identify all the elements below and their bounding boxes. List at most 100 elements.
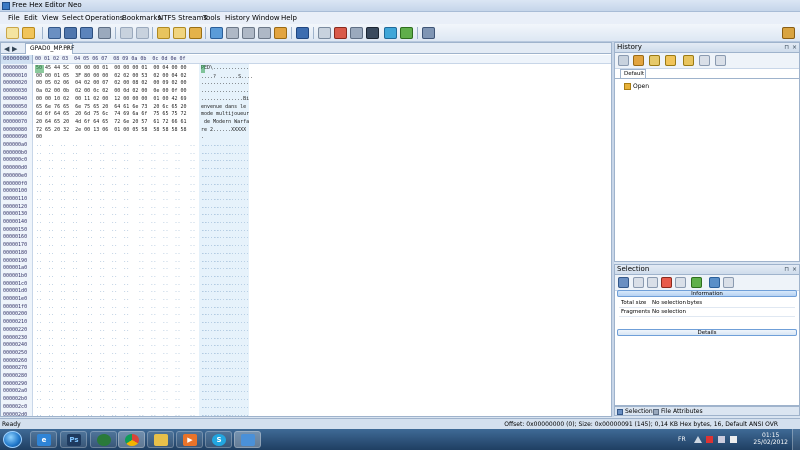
empty-ascii-row[interactable]: ................ xyxy=(201,242,249,248)
empty-ascii-row[interactable]: ................ xyxy=(201,157,249,163)
empty-ascii-row[interactable]: ................ xyxy=(201,358,249,364)
empty-ascii-row[interactable]: ................ xyxy=(201,219,249,225)
empty-ascii-row[interactable]: ................ xyxy=(201,281,249,287)
empty-ascii-row[interactable]: ................ xyxy=(201,265,249,271)
tab-selection[interactable]: Selection xyxy=(617,408,653,415)
undo-icon[interactable] xyxy=(120,27,133,39)
hex-row[interactable]: 00 xyxy=(36,134,42,140)
history-apply-icon[interactable] xyxy=(683,55,694,66)
selection-save-icon[interactable] xyxy=(723,277,734,288)
find-next-icon[interactable] xyxy=(242,27,255,39)
taskbar-media-center[interactable] xyxy=(90,431,117,448)
selection-export-icon[interactable] xyxy=(709,277,720,288)
empty-ascii-row[interactable]: ................ xyxy=(201,311,249,317)
hex-row[interactable]: 00 00 10 02 00 11 02 00 12 00 00 00 01 0… xyxy=(36,96,187,102)
hex-row[interactable]: 50 45 44 5C 00 00 00 01 00 00 00 01 00 0… xyxy=(36,65,187,71)
menu-operations[interactable]: Operations xyxy=(85,14,123,22)
empty-ascii-row[interactable]: ................ xyxy=(201,250,249,256)
ascii-row[interactable]: envenue dans le xyxy=(201,104,249,110)
volume-icon[interactable] xyxy=(730,436,737,443)
save-icon[interactable] xyxy=(48,27,61,39)
redo-icon[interactable] xyxy=(136,27,149,39)
show-desktop-button[interactable] xyxy=(792,429,800,450)
history-back-icon[interactable] xyxy=(618,55,629,66)
history-snapshot-icon[interactable] xyxy=(649,55,660,66)
selection-add-icon[interactable] xyxy=(633,277,644,288)
taskbar-photoshop[interactable]: Ps xyxy=(60,431,87,448)
open-folder-icon[interactable] xyxy=(22,27,35,39)
menu-edit[interactable]: Edit xyxy=(24,14,38,22)
taskbar-ie[interactable]: e xyxy=(30,431,57,448)
empty-ascii-row[interactable]: ................ xyxy=(201,296,249,302)
empty-ascii-row[interactable]: ................ xyxy=(201,273,249,279)
pin-icon[interactable]: ⊓ xyxy=(784,43,789,52)
binary-icon[interactable] xyxy=(366,27,379,39)
empty-ascii-row[interactable]: ................ xyxy=(201,288,249,294)
empty-ascii-row[interactable]: ................ xyxy=(201,142,249,148)
ascii-row[interactable]: de Modern Warfa xyxy=(201,119,249,125)
menu-window[interactable]: Window xyxy=(252,14,280,22)
nav-back-icon[interactable]: ◀ xyxy=(4,45,9,53)
hex-row[interactable]: 72 65 20 32 2e 00 13 06 01 00 05 58 58 5… xyxy=(36,127,187,133)
clock[interactable]: 01:15 25/02/2012 xyxy=(753,432,788,446)
empty-ascii-row[interactable]: ................ xyxy=(201,234,249,240)
empty-ascii-row[interactable]: ................ xyxy=(201,204,249,210)
language-indicator[interactable]: FR xyxy=(678,436,686,443)
copy-icon[interactable] xyxy=(173,27,186,39)
selection-clear-icon[interactable] xyxy=(661,277,672,288)
start-button[interactable] xyxy=(3,431,22,448)
ascii-row[interactable]: mode multijoueur xyxy=(201,111,249,117)
close-icon[interactable]: × xyxy=(792,265,797,274)
menu-view[interactable]: View xyxy=(42,14,59,22)
hex-row[interactable]: 0a 02 00 0b 02 00 0c 02 00 0d 02 00 0e 0… xyxy=(36,88,187,94)
empty-ascii-row[interactable]: ................ xyxy=(201,165,249,171)
information-section-header[interactable]: Information xyxy=(617,290,797,297)
selection-invert-icon[interactable] xyxy=(675,277,686,288)
menu-help[interactable]: Help xyxy=(281,14,297,22)
empty-ascii-row[interactable]: ................ xyxy=(201,188,249,194)
help-book-icon[interactable] xyxy=(782,27,795,39)
hex-row[interactable]: 65 6e 76 65 6e 75 65 20 64 61 6e 73 20 6… xyxy=(36,104,187,110)
empty-ascii-row[interactable]: ................ xyxy=(201,388,249,394)
empty-ascii-row[interactable]: ................ xyxy=(201,412,249,417)
taskbar-explorer[interactable] xyxy=(147,431,174,448)
menu-file[interactable]: File xyxy=(8,14,20,22)
cut-icon[interactable] xyxy=(157,27,170,39)
tab-default[interactable]: Default xyxy=(620,69,646,78)
edit-pen-icon[interactable] xyxy=(400,27,413,39)
menu-tools[interactable]: Tools xyxy=(203,14,220,22)
empty-ascii-row[interactable]: ................ xyxy=(201,365,249,371)
ascii-row[interactable]: . xyxy=(201,134,204,140)
history-clear-icon[interactable] xyxy=(715,55,726,66)
structure-icon[interactable] xyxy=(350,27,363,39)
tab-file-attributes[interactable]: File Attributes xyxy=(653,408,703,415)
hex-row[interactable]: 20 64 65 20 4d 6f 64 65 72 6e 20 57 61 7… xyxy=(36,119,187,125)
paste-icon[interactable] xyxy=(189,27,202,39)
empty-ascii-row[interactable]: ................ xyxy=(201,150,249,156)
empty-ascii-row[interactable]: ................ xyxy=(201,335,249,341)
find-icon[interactable] xyxy=(226,27,239,39)
undo-history-icon[interactable] xyxy=(318,27,331,39)
empty-ascii-row[interactable]: ................ xyxy=(201,381,249,387)
action-center-icon[interactable] xyxy=(706,436,713,443)
ascii-row[interactable]: ................ xyxy=(201,80,249,86)
close-icon[interactable]: × xyxy=(792,43,797,52)
close-tab-icon[interactable]: × xyxy=(65,44,70,54)
settings-icon[interactable] xyxy=(422,27,435,39)
empty-ascii-row[interactable]: ................ xyxy=(201,396,249,402)
history-undo-icon[interactable] xyxy=(633,55,644,66)
empty-ascii-row[interactable]: ................ xyxy=(201,196,249,202)
menu-bookmarks[interactable]: Bookmarks xyxy=(122,14,161,22)
hex-row[interactable]: 6d 6f 64 65 20 6d 75 6c 74 69 6a 6f 75 6… xyxy=(36,111,187,117)
empty-ascii-row[interactable]: ................ xyxy=(201,342,249,348)
history-branch-icon[interactable] xyxy=(665,55,676,66)
empty-ascii-row[interactable]: ................ xyxy=(201,211,249,217)
selection-remove-icon[interactable] xyxy=(647,277,658,288)
empty-ascii-row[interactable]: ................ xyxy=(201,404,249,410)
empty-ascii-row[interactable]: ................ xyxy=(201,327,249,333)
taskbar-media-player[interactable]: ▶ xyxy=(176,431,203,448)
nav-forward-icon[interactable]: ▶ xyxy=(12,45,17,53)
ascii-row[interactable]: ................ xyxy=(201,88,249,94)
empty-ascii-row[interactable]: ................ xyxy=(201,304,249,310)
goto-icon[interactable] xyxy=(210,27,223,39)
